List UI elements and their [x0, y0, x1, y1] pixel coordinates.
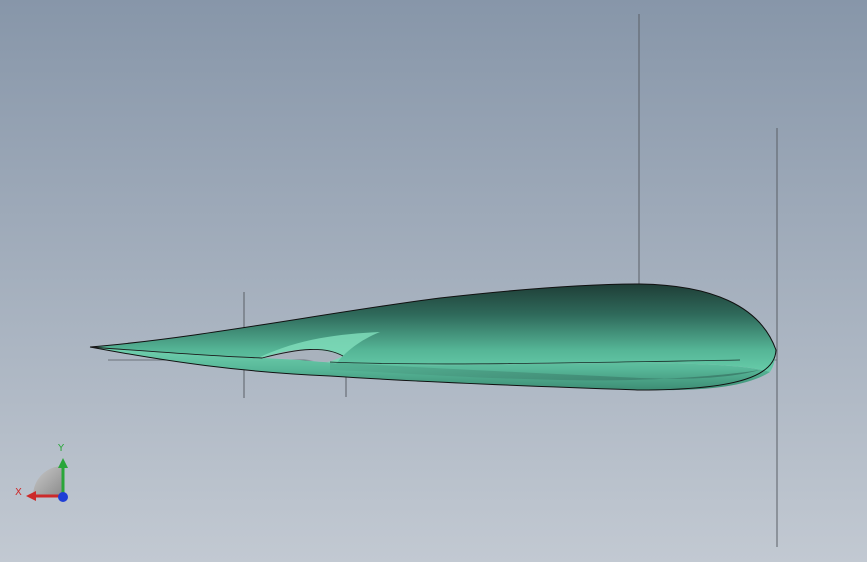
triad-x-label: X — [15, 487, 22, 498]
scene-canvas[interactable] — [0, 0, 867, 562]
graphics-viewport[interactable]: X Y — [0, 0, 867, 562]
triad-y-label: Y — [58, 443, 65, 454]
viewport-background — [0, 0, 867, 562]
triad-z-axis-dot — [58, 492, 68, 502]
